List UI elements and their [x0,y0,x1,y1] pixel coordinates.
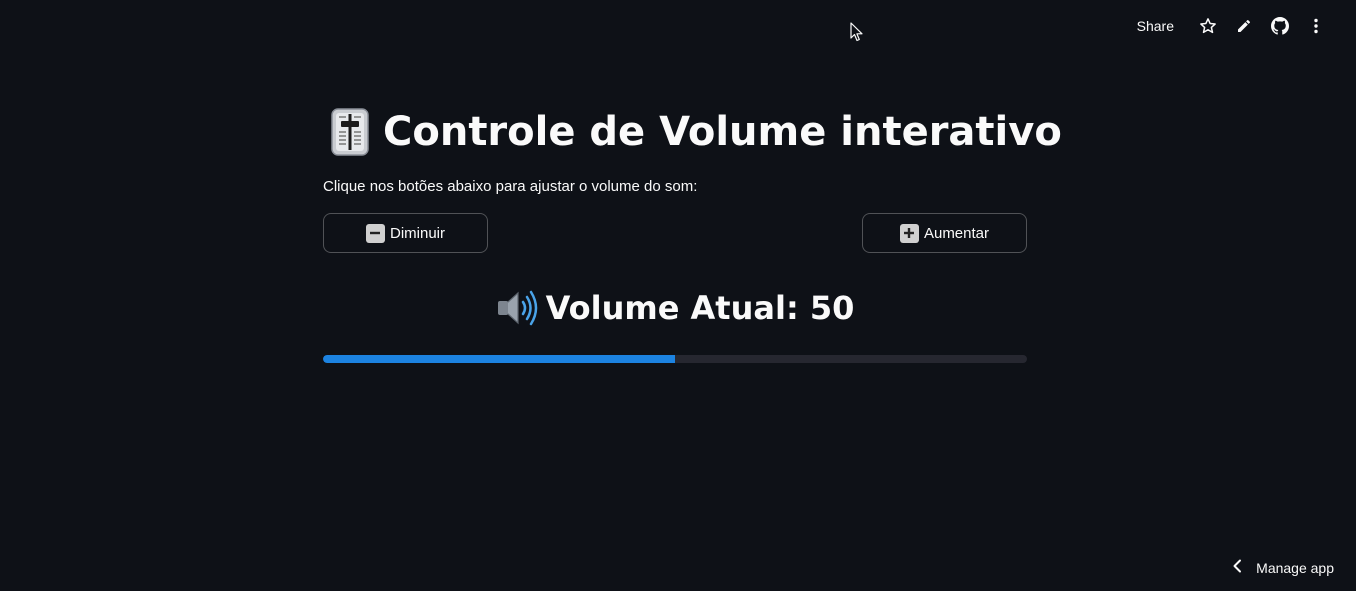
kebab-menu-icon[interactable] [1298,12,1334,40]
github-icon[interactable] [1262,12,1298,40]
decrease-volume-label: Diminuir [389,224,445,242]
level-slider-icon [331,108,369,156]
volume-display: Volume Atual: 50 [323,285,1027,331]
header-toolbar: Share [1127,12,1334,40]
volume-buttons-row: Diminuir Aumentar [323,213,1027,253]
decrease-volume-button[interactable]: Diminuir [323,213,488,253]
mouse-cursor-icon [850,22,864,42]
instructions-text: Clique nos botões abaixo para ajustar o … [323,178,698,195]
main-content: Controle de Volume interativo Clique nos… [323,100,1062,363]
plus-icon [899,223,919,243]
star-icon[interactable] [1190,12,1226,40]
page-title: Controle de Volume interativo [383,109,1062,155]
increase-volume-label: Aumentar [923,224,990,242]
manage-app-button[interactable]: Manage app [1232,558,1334,577]
speaker-icon [496,288,540,328]
manage-app-label: Manage app [1256,559,1334,576]
pencil-icon[interactable] [1226,12,1262,40]
volume-progress-bar [323,355,1027,363]
chevron-left-icon [1232,558,1242,577]
current-volume-label: Volume Atual: 50 [545,289,855,327]
minus-icon [365,223,385,243]
page-title-row: Controle de Volume interativo [331,100,1062,164]
increase-volume-button[interactable]: Aumentar [862,213,1027,253]
share-button[interactable]: Share [1127,14,1184,38]
volume-progress-fill [323,355,675,363]
